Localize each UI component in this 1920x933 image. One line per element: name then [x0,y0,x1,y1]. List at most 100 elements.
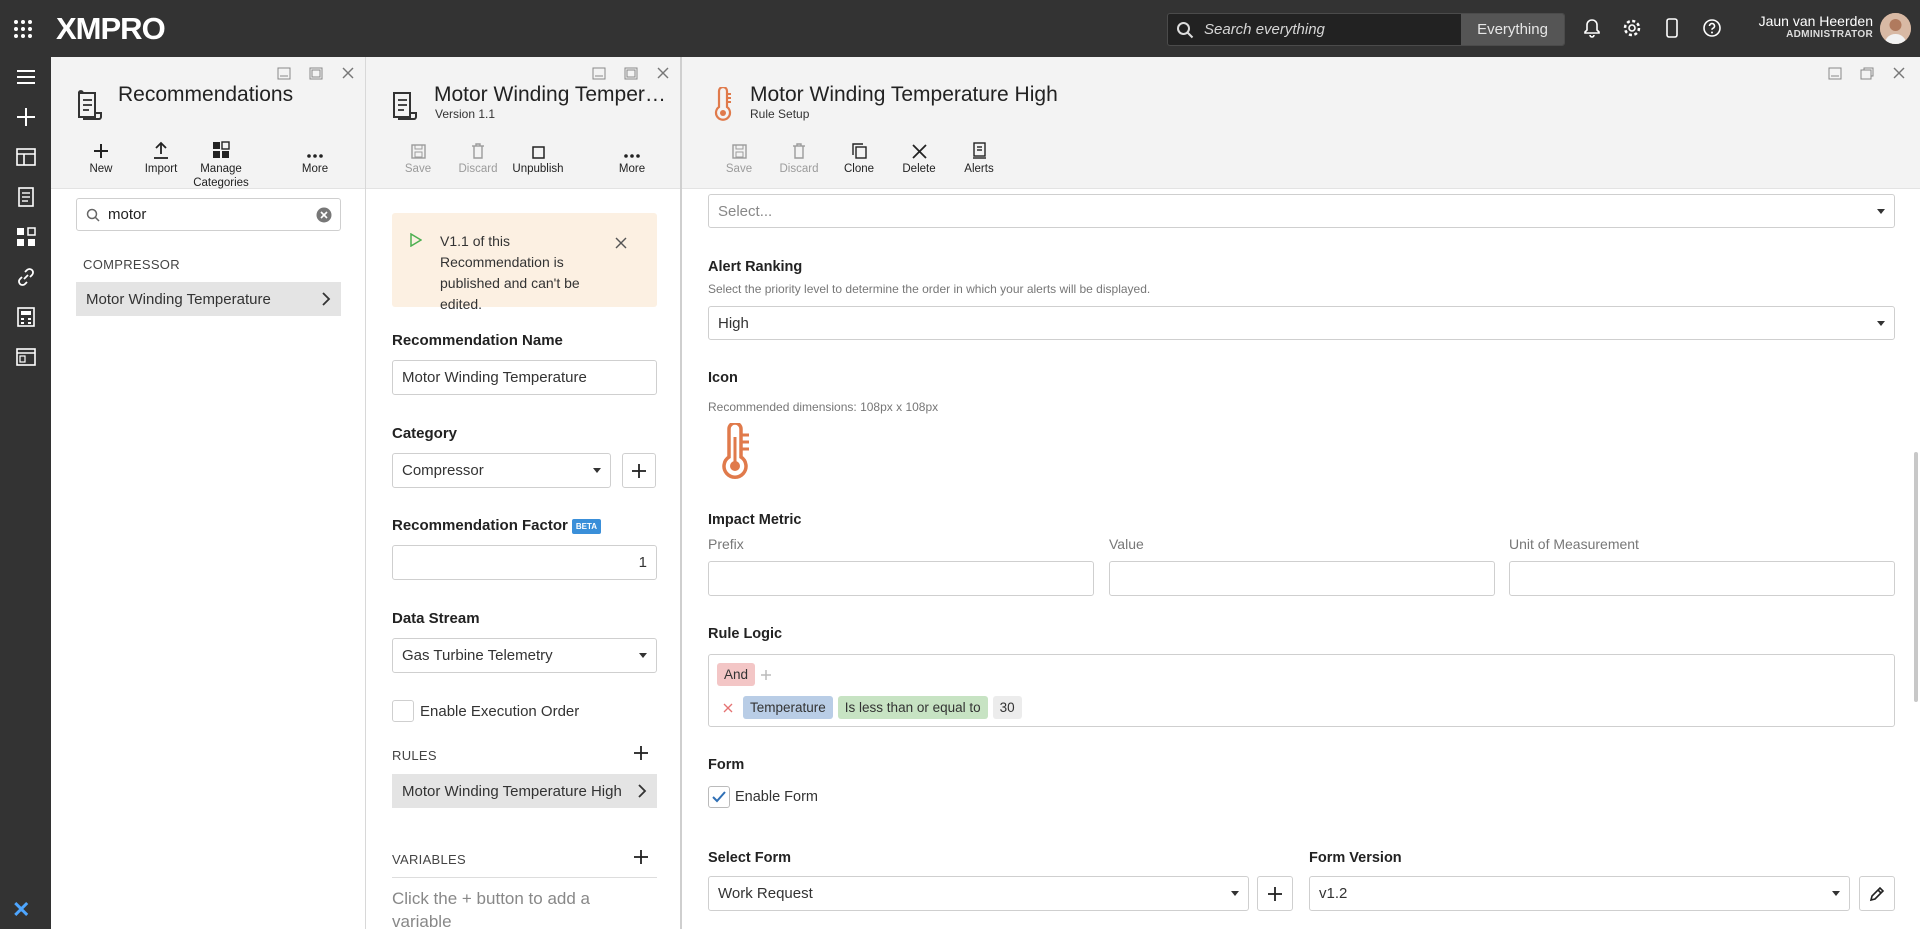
plus-icon [93,137,109,159]
search-scope-button[interactable]: Everything [1461,14,1564,45]
discard-button[interactable]: Discard [769,137,829,176]
add-condition-icon[interactable] [760,669,772,681]
clear-search-icon[interactable] [316,207,332,223]
chevron-right-icon [638,784,647,798]
rule-setup-panel: Motor Winding Temperature High Rule Setu… [682,57,1920,929]
upload-icon [153,137,169,159]
restore-icon[interactable] [1858,65,1876,81]
square-icon [531,137,545,159]
top-select[interactable]: Select... [708,194,1895,228]
panel-title: Motor Winding Temper… [434,83,666,106]
execution-order-checkbox[interactable] [392,700,414,722]
minimize-icon[interactable] [1826,65,1844,81]
more-button[interactable]: More [602,137,662,176]
enable-form-label: Enable Form [735,789,819,805]
condition-field-chip[interactable]: Temperature [743,696,833,719]
maximize-icon[interactable] [307,65,325,81]
category-label: Category [392,425,458,442]
scrollbar[interactable] [1914,452,1918,702]
data-streams-icon[interactable] [0,337,51,377]
gear-icon[interactable] [1620,14,1644,42]
clone-button[interactable]: Clone [829,137,889,176]
close-icon[interactable] [339,65,357,81]
condition-operator-chip[interactable]: Is less than or equal to [837,696,988,719]
minimize-icon[interactable] [590,65,608,81]
global-search[interactable]: Search everything Everything [1167,13,1565,46]
recommendations-icon[interactable] [0,177,51,217]
new-button[interactable]: New [71,137,131,190]
minimize-icon[interactable] [275,65,293,81]
add-form-button[interactable] [1257,876,1293,911]
close-banner-icon[interactable] [615,237,627,249]
list-item[interactable]: Motor Winding Temperature [76,282,341,316]
play-icon [410,233,422,247]
app-logo[interactable]: XMPRO [56,11,166,47]
alerts-button[interactable]: Alerts [949,137,1009,176]
delete-button[interactable]: Delete [889,137,949,176]
impact-unit-label: Unit of Measurement [1509,536,1639,552]
app-grid-icon[interactable] [0,0,46,57]
user-role: ADMINISTRATOR [1786,29,1873,40]
data-stream-select[interactable]: Gas Turbine Telemetry [392,638,657,673]
impact-value-field[interactable] [1109,561,1495,596]
add-variable-button[interactable] [633,849,649,865]
avatar[interactable] [1880,13,1911,44]
add-icon[interactable] [0,97,51,137]
panel-title: Recommendations [118,83,294,106]
import-button[interactable]: Import [131,137,191,190]
hamburger-icon[interactable] [0,57,51,97]
help-icon[interactable] [1700,14,1724,42]
manage-categories-button[interactable]: Manage Categories [191,137,251,190]
left-nav: ✕ [0,57,51,929]
data-stream-label: Data Stream [392,610,480,627]
chevron-down-icon [593,468,601,473]
category-select[interactable]: Compressor [392,453,611,488]
select-form-select[interactable]: Work Request [708,876,1249,911]
more-button[interactable]: More [285,137,345,190]
add-category-button[interactable] [622,453,656,488]
calculator-icon[interactable] [0,297,51,337]
logic-operator-chip[interactable]: And [717,663,756,686]
x-icon [911,137,927,159]
edit-form-button[interactable] [1859,876,1895,911]
alert-ranking-select[interactable]: High [708,306,1895,340]
close-icon[interactable] [1890,65,1908,81]
rule-list-item[interactable]: Motor Winding Temperature High [392,774,657,808]
apps-icon[interactable] [0,217,51,257]
impact-prefix-field[interactable] [708,561,1094,596]
execution-order-label: Enable Execution Order [420,703,580,720]
unpublish-button[interactable]: Unpublish [508,137,568,176]
user-name: Jaun van Heerden [1758,13,1873,29]
save-button[interactable]: Save [388,137,448,176]
recommendation-name-field[interactable]: Motor Winding Temperature [392,360,657,395]
copy-icon [851,137,867,159]
add-rule-button[interactable] [633,745,649,761]
form-version-select[interactable]: v1.2 [1309,876,1850,911]
list-item-label: Motor Winding Temperature [86,290,271,308]
bell-icon[interactable] [1580,14,1604,42]
impact-unit-field[interactable] [1509,561,1895,596]
discard-button[interactable]: Discard [448,137,508,176]
search-input[interactable]: Search everything [1204,21,1461,38]
chevron-down-icon [1832,891,1840,896]
recommendation-factor-field[interactable]: 1 [392,545,657,580]
recommendation-icon [390,89,418,121]
condition-value-chip[interactable]: 30 [992,696,1022,719]
close-icon[interactable] [654,65,672,81]
chevron-down-icon [1877,320,1885,326]
save-button[interactable]: Save [709,137,769,176]
user-menu[interactable]: Jaun van Heerden ADMINISTRATOR [1740,13,1873,40]
recommendations-search[interactable]: motor [76,198,341,231]
remove-condition-icon[interactable] [723,703,733,713]
maximize-icon[interactable] [622,65,640,81]
dashboard-icon[interactable] [0,137,51,177]
enable-form-checkbox[interactable] [708,786,730,808]
search-input[interactable]: motor [108,206,316,223]
thermometer-icon[interactable] [718,423,752,481]
save-icon [731,137,747,159]
alert-ranking-label: Alert Ranking [708,259,803,275]
link-icon[interactable] [0,257,51,297]
icon-hint: Recommended dimensions: 108px x 108px [708,400,939,414]
xmpro-icon[interactable]: ✕ [12,897,30,923]
mobile-icon[interactable] [1660,14,1684,42]
